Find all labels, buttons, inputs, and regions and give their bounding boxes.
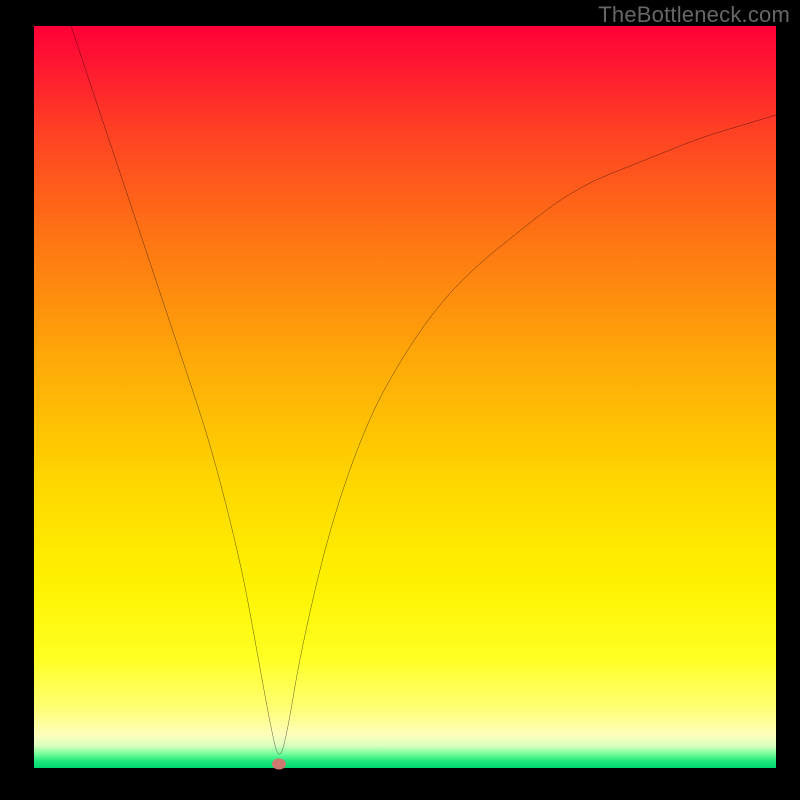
curve-svg xyxy=(34,26,776,768)
plot-area xyxy=(34,26,776,768)
watermark-text: TheBottleneck.com xyxy=(598,2,790,28)
bottleneck-curve-path xyxy=(71,26,776,754)
min-marker xyxy=(272,759,286,770)
chart-container: TheBottleneck.com xyxy=(0,0,800,800)
